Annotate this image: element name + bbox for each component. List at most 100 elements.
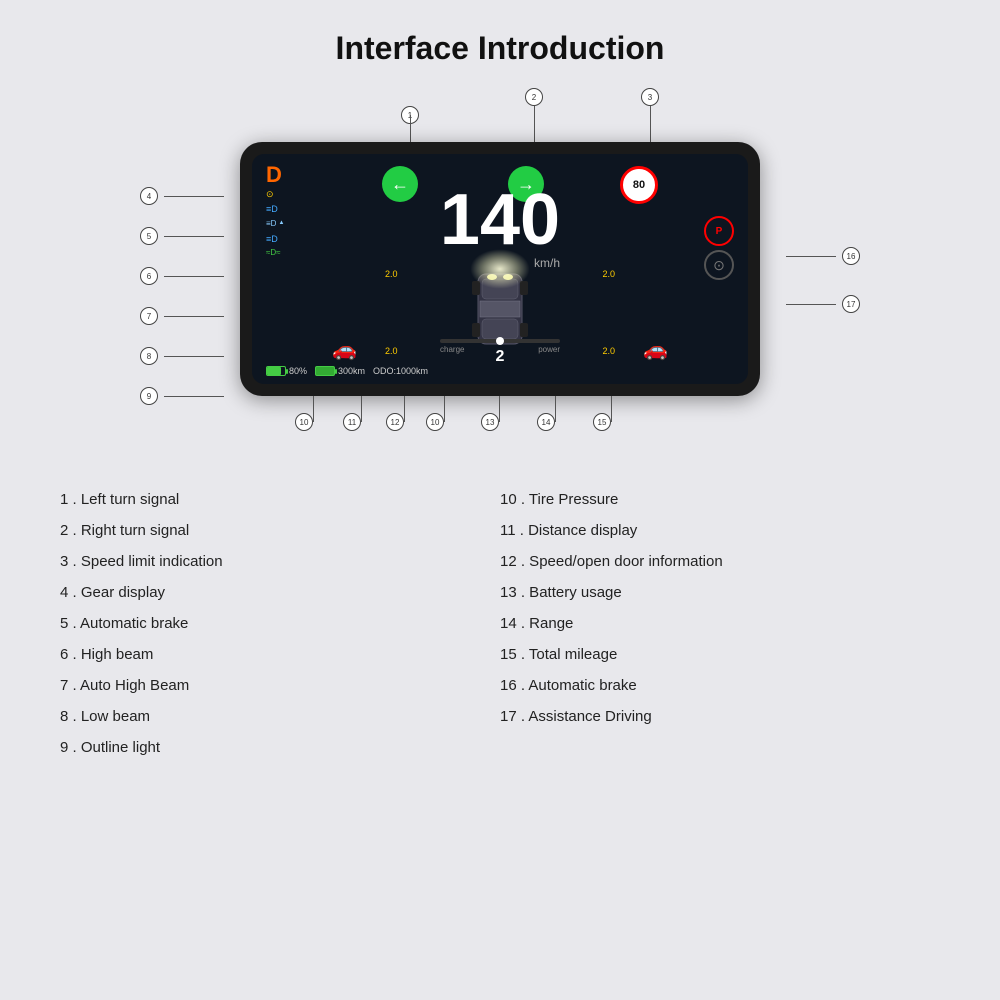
- line-1: [410, 115, 411, 145]
- battery-pct: 80%: [289, 366, 307, 376]
- label-item-4: 4 . Gear display: [60, 579, 500, 606]
- line-13: [499, 396, 500, 422]
- brake-icon-16: P: [704, 216, 734, 246]
- left-screen-icons: D ⊙ ≡D ≡D▲ ≡D ≈D≈: [266, 164, 284, 260]
- below-annotations: 10 11 12 10 13 14 15: [240, 396, 760, 456]
- battery-icon: [266, 366, 286, 376]
- label-item-7: 7 . Auto High Beam: [60, 672, 500, 699]
- charge-label: charge: [440, 345, 464, 354]
- line-15: [611, 396, 612, 422]
- line-14: [555, 396, 556, 422]
- speed-display: 140 km/h: [440, 184, 560, 270]
- tire-tl: 2.0: [385, 269, 398, 279]
- line-11: [361, 396, 362, 422]
- line-6: [164, 276, 224, 277]
- battery-indicator: 80%: [266, 366, 307, 376]
- line-4: [164, 196, 224, 197]
- range-icon: [315, 366, 335, 376]
- device-frame: D ⊙ ≡D ≡D▲ ≡D ≈D≈ ← → 80 P ⊙: [240, 142, 760, 396]
- callout-7: 7: [140, 307, 158, 325]
- callout-13: 13: [481, 413, 499, 431]
- callout-group-5: 5: [140, 227, 224, 245]
- label-item-16: 16 . Automatic brake: [500, 672, 940, 699]
- line-10b: [444, 396, 445, 422]
- callout-10b: 10: [426, 413, 444, 431]
- labels-col-left: 1 . Left turn signal 2 . Right turn signa…: [60, 486, 500, 761]
- tire-br: 2.0: [602, 346, 615, 356]
- label-item-1: 1 . Left turn signal: [60, 486, 500, 513]
- callout-3: 3: [641, 88, 659, 106]
- labels-section: 1 . Left turn signal 2 . Right turn signa…: [0, 466, 1000, 761]
- range-value: 300km: [338, 366, 365, 376]
- label-item-14: 14 . Range: [500, 610, 940, 637]
- line-9: [164, 396, 224, 397]
- page-title: Interface Introduction: [0, 0, 1000, 87]
- callout-8: 8: [140, 347, 158, 365]
- callout-2: 2: [525, 88, 543, 106]
- gear-display: D: [266, 164, 284, 186]
- callout-5: 5: [140, 227, 158, 245]
- callout-group-8: 8: [140, 347, 224, 365]
- callout-15: 15: [593, 413, 611, 431]
- callout-group-17: 17: [786, 295, 860, 313]
- line-10a: [313, 396, 314, 422]
- label-item-3: 3 . Speed limit indication: [60, 548, 500, 575]
- speed-limit-circle: 80: [620, 166, 658, 204]
- callout-10a: 10: [295, 413, 313, 431]
- line-12: [404, 396, 405, 422]
- callout-group-9: 9: [140, 387, 224, 405]
- callout-16: 16: [842, 247, 860, 265]
- steering-icon-17: ⊙: [704, 250, 734, 280]
- label-item-13: 13 . Battery usage: [500, 579, 940, 606]
- label-item-9: 9 . Outline light: [60, 734, 500, 761]
- low-beam-icon: ≡D: [266, 232, 284, 246]
- high-beam-icon: ≡D: [266, 202, 284, 216]
- range-indicator: 300km: [315, 366, 365, 376]
- label-item-5: 5 . Automatic brake: [60, 610, 500, 637]
- label-item-17: 17 . Assistance Driving: [500, 703, 940, 730]
- speed-limit-container: 80: [620, 166, 658, 204]
- screen-bottom: 80% 300km ODO:1000km: [266, 366, 734, 376]
- label-item-15: 15 . Total mileage: [500, 641, 940, 668]
- label-item-6: 6 . High beam: [60, 641, 500, 668]
- callout-6: 6: [140, 267, 158, 285]
- right-screen-icons: P ⊙: [704, 166, 734, 280]
- callout-group-4: 4: [140, 187, 224, 205]
- left-turn-signal: ←: [382, 166, 418, 202]
- speed-value: 140: [440, 184, 560, 256]
- line-8: [164, 356, 224, 357]
- callout-group-7: 7: [140, 307, 224, 325]
- labels-col-right: 10 . Tire Pressure 11 . Distance display 1…: [500, 486, 940, 761]
- label-item-2: 2 . Right turn signal: [60, 517, 500, 544]
- auto-high-beam-icon: ≡D▲: [266, 218, 284, 231]
- left-callouts: 4 5 6 7 8 9: [140, 187, 224, 405]
- callout-4: 4: [140, 187, 158, 205]
- label-item-10: 10 . Tire Pressure: [500, 486, 940, 513]
- callout-group-6: 6: [140, 267, 224, 285]
- label-item-12: 12 . Speed/open door information: [500, 548, 940, 575]
- turn-signals-area: ←: [382, 166, 418, 202]
- label-item-11: 11 . Distance display: [500, 517, 940, 544]
- cp-bar: [440, 339, 560, 343]
- callout-11: 11: [343, 413, 361, 431]
- callout-14: 14: [537, 413, 555, 431]
- tire-tr: 2.0: [602, 269, 615, 279]
- power-label: power: [538, 345, 560, 354]
- callout-12: 12: [386, 413, 404, 431]
- dashboard-region: 1 2 3 D ⊙ ≡D ≡D▲ ≡D ≈D≈ ← →: [110, 87, 890, 456]
- callout-1: 1: [401, 106, 419, 124]
- callout-group-16: 16: [786, 247, 860, 265]
- door-number: 2: [496, 348, 505, 366]
- battery-fill: [267, 367, 281, 375]
- cp-indicator: [496, 337, 504, 345]
- tire-bl: 2.0: [385, 346, 398, 356]
- line-5: [164, 236, 224, 237]
- line-17: [786, 304, 836, 305]
- screen: D ⊙ ≡D ≡D▲ ≡D ≈D≈ ← → 80 P ⊙: [252, 154, 748, 384]
- callout-9: 9: [140, 387, 158, 405]
- small-car-left: 🚗: [332, 337, 357, 362]
- outline-light-icon: ≈D≈: [266, 247, 284, 260]
- auto-brake-icon: ⊙: [266, 187, 284, 201]
- line-16: [786, 256, 836, 257]
- small-car-right: 🚗: [643, 337, 668, 362]
